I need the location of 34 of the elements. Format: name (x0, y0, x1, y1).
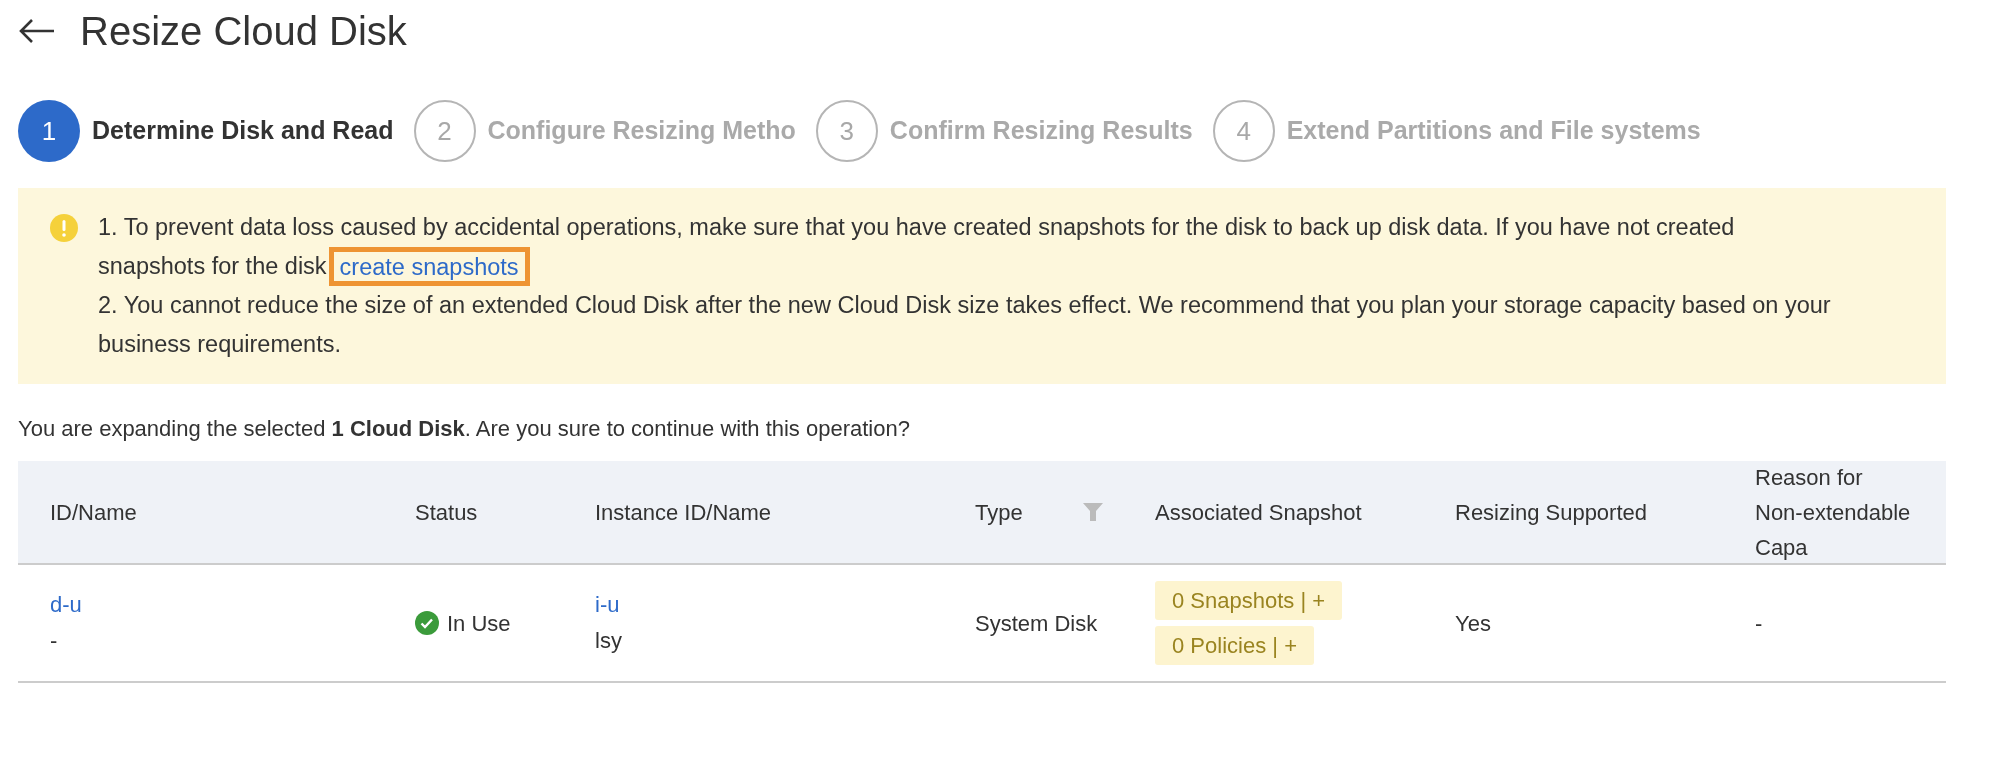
alert-text: 1. To prevent data loss caused by accidental operations, make sure that you have created snapshots for the disk to back up disk data. If you have not created (98, 213, 1736, 242)
step-number: 3 (815, 100, 878, 162)
step-label: Extend Partitions and File systems (1286, 115, 1701, 147)
table-cell: System Disk (975, 610, 1098, 636)
confirmation-text: You are expanding the selected 1 Cloud Disk. Are you sure to continue with this operation? (18, 415, 911, 443)
table-cell-text: lsy (595, 627, 622, 655)
snapshot-tag[interactable]: 0 Snapshots | + (1155, 581, 1343, 620)
disk-id-link[interactable]: d-u (50, 587, 82, 623)
step-number: 1 (18, 100, 80, 162)
table-cell: - (1755, 610, 1763, 636)
column-header: Status (415, 498, 478, 527)
table-cell: Yes (1455, 610, 1491, 636)
check-circle-icon (415, 611, 439, 635)
step-label: Configure Resizing Metho (487, 115, 796, 147)
alert-text: snapshots for the disk (98, 252, 327, 281)
step-label: Confirm Resizing Results (889, 115, 1193, 147)
alert-text: 2. You cannot reduce the size of an extended Cloud Disk after the new Cloud Disk size takes effect. We recommend that you plan your storage capacity based on your business requirements. (98, 291, 1832, 359)
step-label: Determine Disk and Read (92, 115, 394, 147)
step-number: 2 (413, 100, 476, 162)
column-header: Type (975, 498, 1023, 527)
table-cell-text: - (50, 627, 58, 655)
back-arrow-icon[interactable] (18, 18, 56, 44)
status-text: In Use (447, 609, 511, 638)
snapshot-tag[interactable]: 0 Policies | + (1155, 626, 1314, 665)
step-number: 4 (1212, 100, 1275, 162)
warning-icon (50, 214, 78, 242)
page-title: Resize Cloud Disk (80, 11, 407, 51)
column-header: Resizing Supported (1455, 498, 1647, 527)
column-header: Instance ID/Name (595, 498, 772, 527)
instance-id-link[interactable]: i-u (595, 587, 620, 623)
column-header: Associated Snapshot (1155, 498, 1362, 527)
create-snapshots-link[interactable]: create snapshots (339, 253, 519, 280)
column-header: ID/Name (50, 498, 137, 527)
column-header: Reason for Non-extendable Capa (1755, 463, 1912, 562)
